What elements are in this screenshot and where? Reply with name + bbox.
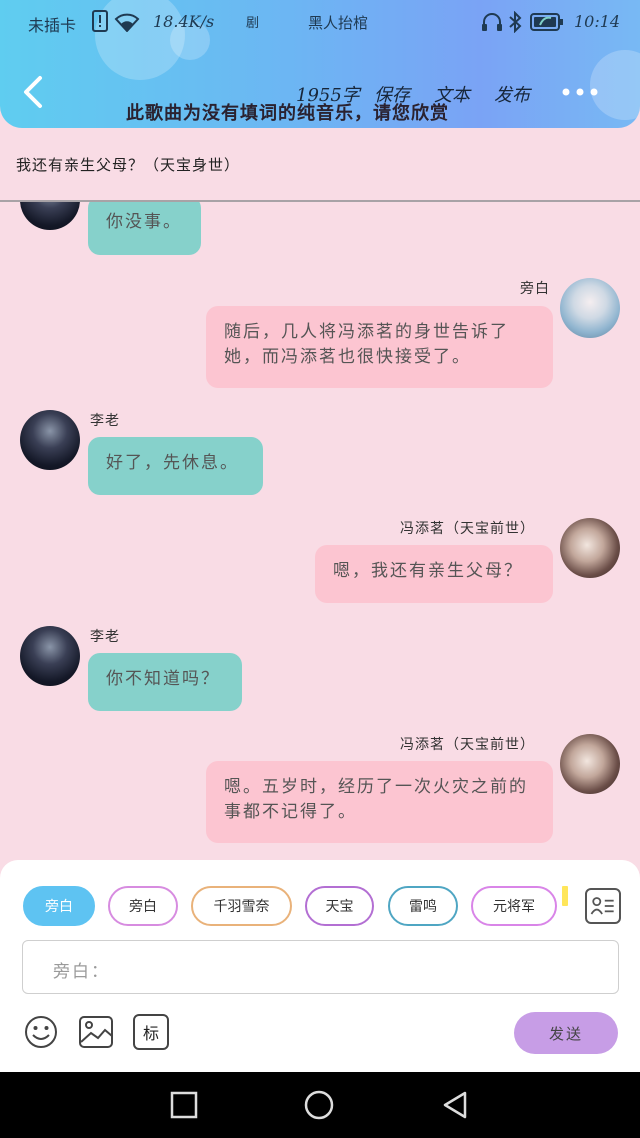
dark-warrior-avatar[interactable] <box>20 626 80 686</box>
dark-warrior-avatar[interactable] <box>20 202 80 230</box>
role-chip-leiming[interactable]: 雷鸣 <box>388 886 458 926</box>
message-bubble[interactable]: 你没事。 <box>88 202 201 255</box>
speaker-name: 李老 <box>90 629 120 645</box>
carrier-text: 未插卡 <box>28 16 77 35</box>
app-header: 未插卡 18.4K/s 剧 黑人抬棺 10:14 1955字 保存 文本 发布 … <box>0 0 640 128</box>
message-bubble[interactable]: 你不知道吗？ <box>88 653 242 711</box>
message-bubble[interactable]: 好了，先休息。 <box>88 437 263 495</box>
wifi-icon <box>114 13 140 32</box>
speaker-name: 冯添茗（天宝前世） <box>400 737 535 753</box>
chat-title: 我还有亲生父母？（天宝身世） <box>16 156 241 174</box>
speaker-name: 冯添茗（天宝前世） <box>400 521 535 537</box>
message-input[interactable]: 旁白： <box>22 940 619 994</box>
contacts-card-icon[interactable] <box>585 888 621 924</box>
more-options-icon[interactable] <box>560 82 600 102</box>
chip-scroll-indicator <box>562 886 568 906</box>
sim-alert-icon <box>92 10 108 32</box>
role-chip-narrator-active[interactable]: 旁白 <box>23 886 95 926</box>
emoji-icon[interactable] <box>23 1014 59 1050</box>
speaker-name: 旁白 <box>520 281 550 297</box>
recent-apps-icon[interactable] <box>169 1090 199 1120</box>
network-speed: 18.4K/s <box>153 12 215 31</box>
send-button[interactable]: 发送 <box>514 1012 618 1054</box>
image-icon[interactable] <box>78 1014 114 1050</box>
message-bubble[interactable]: 随后，几人将冯添茗的身世告诉了她，而冯添茗也很快接受了。 <box>206 306 553 388</box>
status-app-name: 黑人抬棺 <box>308 14 369 32</box>
back-arrow-icon[interactable] <box>18 74 52 110</box>
role-chip-tianbao[interactable]: 天宝 <box>305 886 374 926</box>
message-bubble[interactable]: 嗯。五岁时，经历了一次火灾之前的事都不记得了。 <box>206 761 553 843</box>
speaker-name: 李老 <box>90 413 120 429</box>
back-triangle-icon[interactable] <box>440 1090 470 1120</box>
dark-warrior-avatar[interactable] <box>20 410 80 470</box>
message-list[interactable]: 你没事。 旁白 随后，几人将冯添茗的身世告诉了她，而冯添茗也很快接受了。 李老 … <box>0 202 640 860</box>
mark-button[interactable]: 标 <box>133 1014 169 1050</box>
home-icon[interactable] <box>304 1090 334 1120</box>
headphones-icon <box>482 13 502 31</box>
publish-button[interactable]: 发布 <box>494 81 530 107</box>
status-bar: 未插卡 18.4K/s 剧 黑人抬棺 10:14 <box>0 0 640 44</box>
feng-avatar[interactable] <box>560 734 620 794</box>
role-chip-general-yuan[interactable]: 元将军 <box>471 886 557 926</box>
chat-title-bar: 我还有亲生父母？（天宝身世） <box>0 128 640 200</box>
white-hair-girl-avatar[interactable] <box>560 278 620 338</box>
message-bubble[interactable]: 嗯，我还有亲生父母？ <box>315 545 553 603</box>
bluetooth-icon <box>509 11 522 33</box>
status-marker: 剧 <box>246 16 260 31</box>
battery-icon <box>530 13 563 31</box>
clock: 10:14 <box>574 12 621 31</box>
feng-avatar[interactable] <box>560 518 620 578</box>
system-nav-bar <box>0 1072 640 1138</box>
role-chip-narrator[interactable]: 旁白 <box>108 886 178 926</box>
music-marquee: 此歌曲为没有填词的纯音乐，请您欣赏 <box>126 103 449 124</box>
role-chip-chihane[interactable]: 千羽雪奈 <box>191 886 292 926</box>
composer-panel: 旁白 旁白 千羽雪奈 天宝 雷鸣 元将军 旁白： 标 发送 <box>0 860 640 1072</box>
